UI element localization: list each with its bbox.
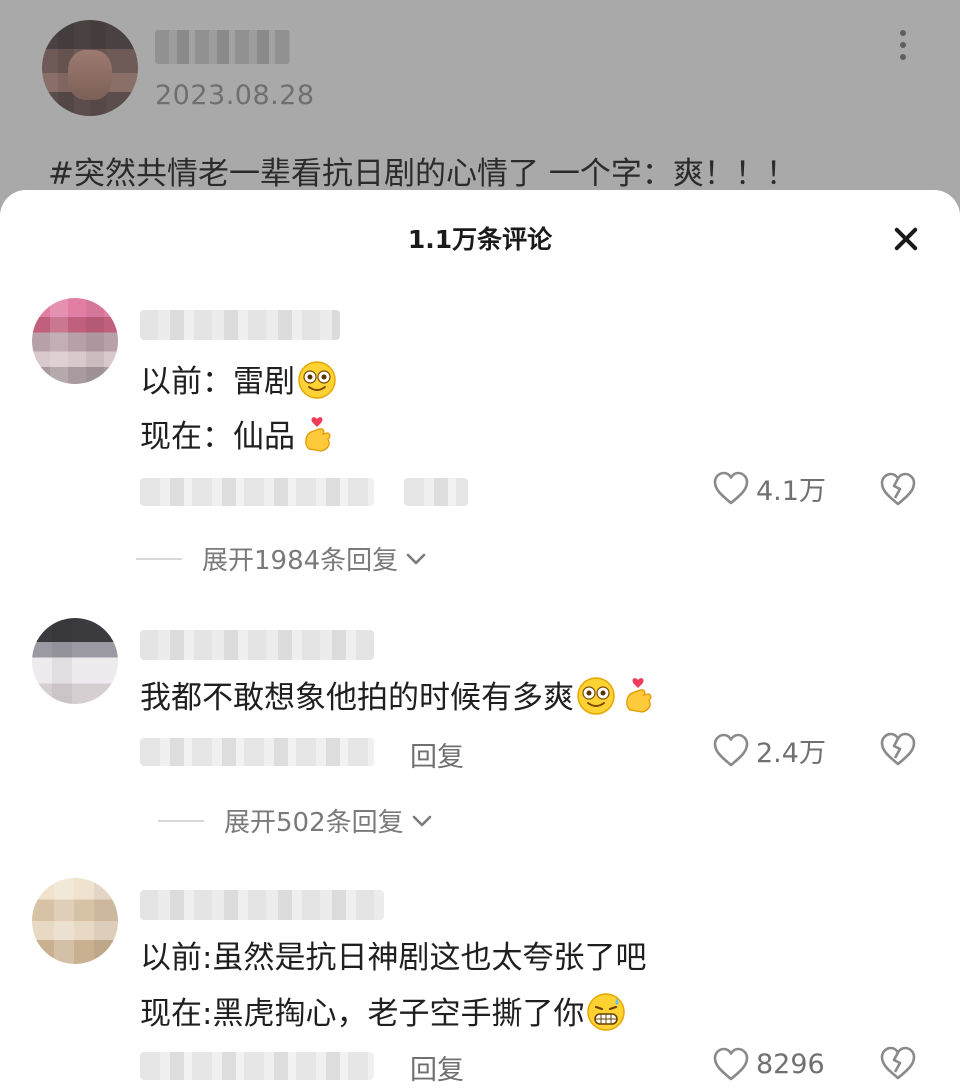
heart-outline-icon (713, 471, 749, 505)
more-vertical-icon[interactable] (895, 30, 911, 66)
like-count: 8296 (756, 1048, 825, 1080)
commenter-avatar[interactable] (32, 618, 118, 704)
like-button[interactable]: 4.1万 (712, 468, 826, 508)
commenter-name-blurred[interactable] (140, 310, 340, 340)
finger-heart-emoji (626, 678, 652, 713)
expand-replies-button[interactable]: 展开1984条回复 (136, 540, 428, 577)
post-author-name-blurred[interactable] (155, 30, 290, 64)
chevron-down-icon (406, 553, 426, 564)
comment-time-location-blurred (140, 1052, 374, 1080)
heart-outline-icon (713, 733, 749, 767)
broken-heart-icon[interactable] (878, 1044, 918, 1082)
comment-time-location-blurred (140, 478, 374, 506)
post-text: #突然共情老一辈看抗日剧的心情了 一个字：爽！！！ (48, 156, 797, 192)
comment-text-line: 以前:虽然是抗日神剧这也太夸张了吧 (140, 940, 647, 976)
close-icon[interactable] (884, 218, 928, 262)
commenter-name-blurred[interactable] (140, 630, 374, 660)
like-count: 4.1万 (756, 475, 826, 507)
comment-text-line: 现在:黑虎掏心，老子空手撕了你 (140, 992, 626, 1034)
divider (136, 557, 182, 560)
reply-button-blurred[interactable] (404, 478, 468, 506)
like-button[interactable]: 8296 (712, 1044, 825, 1084)
chevron-down-icon (412, 815, 431, 826)
comments-count-title: 1.1万条评论 (407, 225, 553, 254)
comment-time-location-blurred (140, 738, 374, 766)
reply-button[interactable]: 回复 (410, 1048, 464, 1087)
comment-text-line: 现在：仙品 (140, 415, 337, 457)
commenter-avatar[interactable] (32, 878, 118, 964)
dizzy-smile-emoji (577, 677, 615, 715)
heart-outline-icon (713, 1047, 749, 1081)
comment-text-line: 以前：雷剧 (140, 360, 337, 402)
commenter-avatar[interactable] (32, 298, 118, 384)
expand-replies-button[interactable]: 展开502条回复 (158, 802, 434, 839)
dizzy-smile-emoji (298, 361, 336, 399)
reply-button[interactable]: 回复 (410, 735, 464, 774)
broken-heart-icon[interactable] (878, 730, 918, 768)
expand-replies-label: 展开1984条回复 (202, 546, 399, 576)
like-count: 2.4万 (756, 737, 826, 769)
post-date: 2023.08.28 (155, 80, 315, 111)
grin-sweat-emoji (587, 993, 626, 1031)
expand-replies-label: 展开502条回复 (224, 808, 404, 838)
background-post: 2023.08.28 #突然共情老一辈看抗日剧的心情了 一个字：爽！！！ (0, 0, 960, 215)
like-button[interactable]: 2.4万 (712, 730, 826, 770)
comment-text-line: 我都不敢想象他拍的时候有多爽 (140, 676, 658, 718)
finger-heart-emoji (305, 417, 331, 452)
comments-sheet: 1.1万条评论 以前：雷剧 现在：仙品 4.1万 展开1984条回复 我都不敢想… (0, 190, 960, 1088)
commenter-name-blurred[interactable] (140, 890, 384, 920)
divider (158, 819, 204, 822)
broken-heart-icon[interactable] (878, 470, 918, 508)
post-author-avatar[interactable] (42, 20, 138, 116)
